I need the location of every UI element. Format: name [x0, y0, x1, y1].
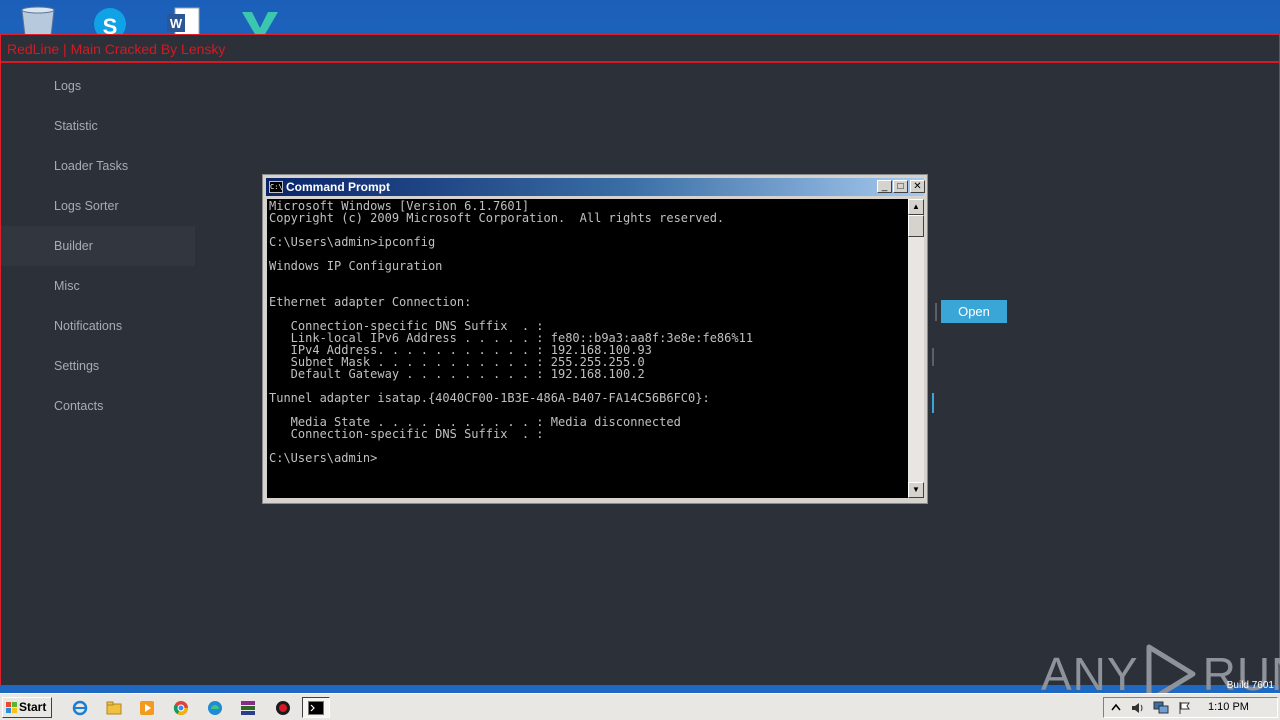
taskbar: Start 1:10 PM	[0, 693, 1280, 720]
action-center-flag-icon[interactable]	[1178, 701, 1192, 715]
nav-misc[interactable]: Misc	[1, 266, 195, 306]
input-edge-focused	[932, 393, 934, 413]
nav-settings[interactable]: Settings	[1, 346, 195, 386]
winrar-icon	[241, 700, 255, 715]
command-prompt-window: C:\ Command Prompt _ □ ✕ Microsoft Windo…	[262, 174, 928, 504]
redline-icon	[276, 700, 290, 715]
nav-statistic[interactable]: Statistic	[1, 106, 195, 146]
console-text: Microsoft Windows [Version 6.1.7601] Cop…	[269, 199, 754, 465]
nav-loader-tasks[interactable]: Loader Tasks	[1, 146, 195, 186]
cmd-title: Command Prompt	[286, 180, 391, 194]
open-button[interactable]: Open	[941, 300, 1007, 323]
start-label: Start	[19, 700, 47, 714]
chrome-icon	[173, 700, 188, 715]
scroll-down-button[interactable]: ▼	[908, 482, 924, 498]
watermark-right: RUN	[1202, 648, 1280, 700]
word-icon[interactable]: W	[163, 6, 203, 36]
cmd-icon	[308, 700, 324, 715]
svg-text:S: S	[103, 14, 118, 36]
cmd-window-icon: C:\	[269, 181, 283, 193]
explorer-button[interactable]	[100, 697, 128, 718]
nav-logs[interactable]: Logs	[1, 66, 195, 106]
show-hidden-icon[interactable]	[1110, 701, 1124, 715]
minimize-button[interactable]: _	[877, 180, 892, 193]
nav-contacts[interactable]: Contacts	[1, 386, 195, 426]
taskbar-clock[interactable]: 1:10 PM	[1208, 701, 1249, 713]
chrome-button[interactable]	[167, 697, 195, 718]
system-tray: 1:10 PM	[1103, 697, 1278, 718]
edge-button[interactable]	[201, 697, 229, 718]
skype-icon[interactable]: S	[90, 6, 130, 36]
windows-logo-icon	[6, 702, 17, 713]
winrar-button[interactable]	[234, 697, 262, 718]
start-button[interactable]: Start	[2, 697, 52, 718]
console-output-area[interactable]: Microsoft Windows [Version 6.1.7601] Cop…	[267, 199, 908, 498]
input-edge	[932, 348, 934, 366]
edge-icon	[208, 700, 222, 715]
scroll-up-button[interactable]: ▲	[908, 199, 924, 215]
ie-button[interactable]	[66, 697, 94, 718]
media-player-button[interactable]	[133, 697, 161, 718]
nav-builder[interactable]: Builder	[1, 226, 195, 266]
maximize-button[interactable]: □	[893, 180, 908, 193]
redline-button[interactable]	[269, 697, 297, 718]
vertical-scrollbar[interactable]: ▲ ▼	[908, 199, 924, 498]
scroll-thumb[interactable]	[908, 215, 924, 237]
windows-build-text: Build 7601	[1226, 680, 1274, 691]
cmd-taskbar-button[interactable]	[302, 697, 330, 718]
cmd-titlebar[interactable]: C:\ Command Prompt _ □ ✕	[266, 178, 925, 196]
app-title: RedLine | Main Cracked By Lensky	[7, 41, 226, 57]
volume-icon[interactable]	[1131, 701, 1145, 715]
v-app-icon[interactable]	[240, 6, 280, 36]
input-edge	[935, 303, 937, 321]
nav-logs-sorter[interactable]: Logs Sorter	[1, 186, 195, 226]
svg-text:W: W	[170, 16, 183, 31]
explorer-icon	[106, 701, 122, 714]
sidebar: Logs Statistic Loader Tasks Logs Sorter …	[1, 66, 195, 426]
network-icon[interactable]	[1153, 701, 1169, 715]
ie-icon	[72, 700, 88, 715]
app-titlebar: RedLine | Main Cracked By Lensky	[1, 35, 1279, 63]
close-button[interactable]: ✕	[910, 180, 925, 193]
nav-notifications[interactable]: Notifications	[1, 306, 195, 346]
media-player-icon	[140, 700, 154, 715]
watermark-left: ANY	[1041, 648, 1139, 700]
recycle-bin-icon[interactable]	[18, 6, 58, 36]
